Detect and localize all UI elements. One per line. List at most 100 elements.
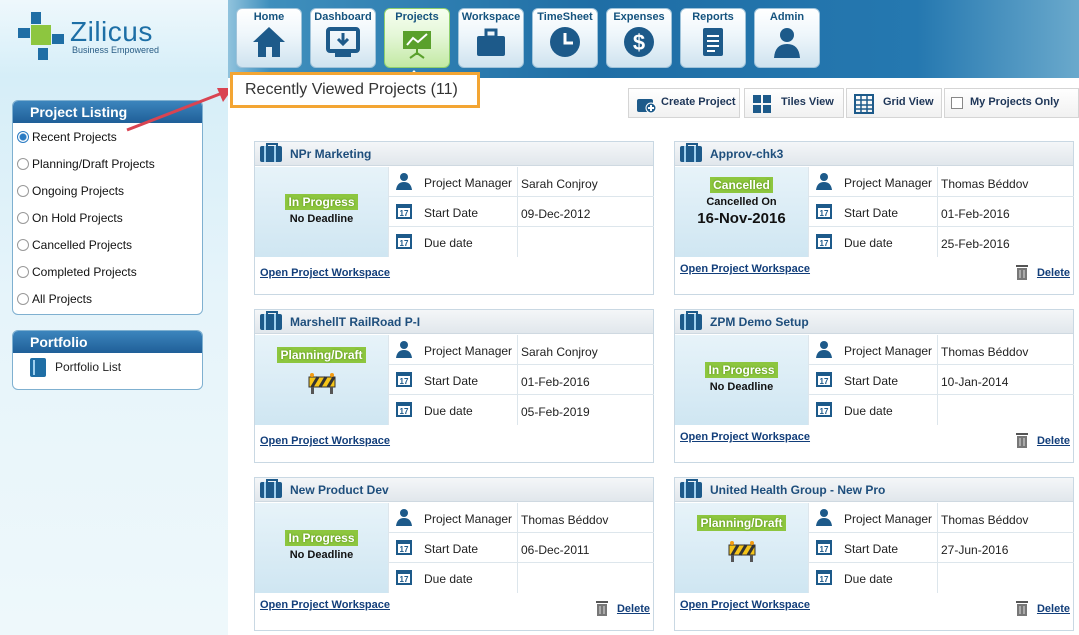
start-label: Start Date [844,374,899,388]
radio-icon[interactable] [17,185,29,197]
delete-button[interactable]: Delete [1015,601,1070,616]
workspace-icon [477,28,505,56]
my-projects-label: My Projects Only [970,96,1060,108]
radio-checked-icon[interactable] [17,131,29,143]
status-cell: Planning/Draft [255,335,388,425]
divider [517,503,518,533]
project-name[interactable]: ZPM Demo Setup [710,315,809,329]
tiles-view-button[interactable]: Tiles View [744,88,844,118]
due-row: 17 Due date 05-Feb-2019 [388,395,654,425]
projects-icon [403,31,431,59]
filter-on-hold-projects[interactable]: On Hold Projects [13,204,202,231]
open-project-workspace-link[interactable]: Open Project Workspace [680,431,810,443]
cancelled-date: 16-Nov-2016 [697,210,786,227]
delete-button[interactable]: Delete [595,601,650,616]
radio-icon[interactable] [17,158,29,170]
open-project-workspace-link[interactable]: Open Project Workspace [260,435,390,447]
filter-label: Completed Projects [32,265,137,279]
nav-expenses[interactable]: Expenses $ [606,8,672,68]
my-projects-only-toggle[interactable]: My Projects Only [944,88,1079,118]
start-label: Start Date [844,542,899,556]
radio-icon[interactable] [17,266,29,278]
divider [517,335,518,365]
filter-label: Planning/Draft Projects [32,157,155,171]
checkbox[interactable] [951,97,963,109]
delete-button[interactable]: Delete [1015,433,1070,448]
briefcase-icon [680,311,702,330]
filter-planning-draft-projects[interactable]: Planning/Draft Projects [13,150,202,177]
construction-barrier-icon [308,373,335,394]
delete-label: Delete [616,603,650,615]
nav-workspace[interactable]: Workspace [458,8,524,68]
card-header: MarshellT RailRoad P-I [255,310,653,334]
open-project-workspace-link[interactable]: Open Project Workspace [680,599,810,611]
panel-title: Portfolio [13,331,202,353]
radio-icon[interactable] [17,293,29,305]
open-project-workspace-link[interactable]: Open Project Workspace [260,267,390,279]
zilicus-logo-icon [18,12,64,60]
project-name[interactable]: MarshellT RailRoad P-I [290,315,420,329]
start-row: 17 Start Date 01-Feb-2016 [388,365,654,395]
divider [517,533,518,563]
project-info: Project Manager Sarah Conjroy 17 Start Dat… [388,167,654,257]
nav-home[interactable]: Home [236,8,302,68]
nav-dashboard[interactable]: Dashboard [310,8,376,68]
project-name[interactable]: Approv-chk3 [710,147,783,161]
open-project-workspace-link[interactable]: Open Project Workspace [680,263,810,275]
due-value: 25-Feb-2016 [941,237,1010,251]
card-header: New Product Dev [255,478,653,502]
manager-row: Project Manager Thomas Béddov [388,503,654,533]
nav-reports[interactable]: Reports [680,8,746,68]
nav-admin[interactable]: Admin [754,8,820,68]
filter-ongoing-projects[interactable]: Ongoing Projects [13,177,202,204]
project-info: Project Manager Sarah Conjroy 17 Start Dat… [388,335,654,425]
svg-text:17: 17 [820,575,829,584]
grid-view-button[interactable]: Grid View [846,88,942,118]
project-name[interactable]: New Product Dev [290,483,389,497]
calendar-icon: 17 [396,234,412,249]
due-row: 17 Due date [388,227,654,257]
project-card: United Health Group - New Pro Planning/D… [674,477,1074,631]
portfolio-list-link[interactable]: Portfolio List [13,353,202,383]
trash-icon [1015,601,1028,616]
due-label: Due date [424,236,473,250]
start-row: 17 Start Date 01-Feb-2016 [808,197,1074,227]
grid-view-label: Grid View [883,96,934,108]
create-project-button[interactable]: Create Project [628,88,740,118]
manager-row: Project Manager Thomas Béddov [808,503,1074,533]
trash-icon [1015,433,1028,448]
nav-label: Projects [395,11,439,23]
project-name[interactable]: NPr Marketing [290,147,371,161]
brand-name: Zilicus [70,16,153,47]
briefcase-icon [260,479,282,498]
filter-label: Cancelled Projects [32,238,133,252]
radio-icon[interactable] [17,239,29,251]
manager-label: Project Manager [424,512,513,526]
book-icon [30,358,46,377]
briefcase-icon [680,143,702,162]
delete-button[interactable]: Delete [1015,265,1070,280]
filter-label: On Hold Projects [32,211,123,225]
filter-all-projects[interactable]: All Projects [13,285,202,312]
person-icon [396,509,412,526]
nav-timesheet[interactable]: TimeSheet [532,8,598,68]
nav-projects[interactable]: Projects [384,8,450,68]
divider [937,227,938,257]
card-header: ZPM Demo Setup [675,310,1073,334]
filter-completed-projects[interactable]: Completed Projects [13,258,202,285]
calendar-icon: 17 [396,372,412,387]
due-row: 17 Due date [808,563,1074,593]
svg-text:17: 17 [400,209,409,218]
filter-label: Recent Projects [32,130,117,144]
dashboard-icon [326,27,360,57]
manager-row: Project Manager Thomas Béddov [808,167,1074,197]
filter-cancelled-projects[interactable]: Cancelled Projects [13,231,202,258]
project-name[interactable]: United Health Group - New Pro [710,483,885,497]
person-icon [816,341,832,358]
divider [517,365,518,395]
start-value: 09-Dec-2012 [521,207,591,221]
open-project-workspace-link[interactable]: Open Project Workspace [260,599,390,611]
start-label: Start Date [844,206,899,220]
due-row: 17 Due date 25-Feb-2016 [808,227,1074,257]
radio-icon[interactable] [17,212,29,224]
